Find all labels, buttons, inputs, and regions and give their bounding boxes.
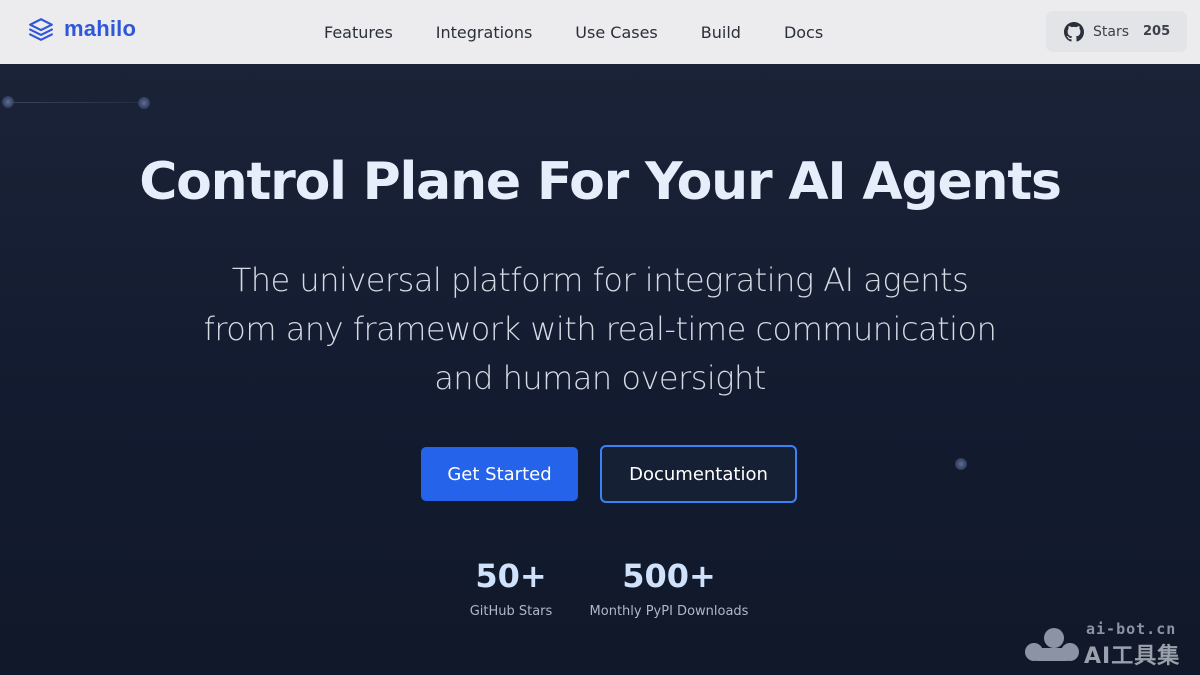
documentation-button[interactable]: Documentation [600,445,797,503]
nav-links: Features Integrations Use Cases Build Do… [324,0,866,64]
top-navbar: mahilo Features Integrations Use Cases B… [0,0,1200,64]
nav-link-docs[interactable]: Docs [784,23,823,42]
stat-value: 50+ [475,557,547,595]
hero-title: Control Plane For Your AI Agents [139,152,1062,212]
decorative-dot [2,96,14,108]
watermark-logo-icon [1025,628,1079,661]
decorative-dot [955,458,967,470]
decorative-line [8,102,144,103]
nav-link-build[interactable]: Build [701,23,741,42]
layers-icon [29,18,53,41]
stars-count: 205 [1143,24,1171,39]
github-icon [1064,21,1084,42]
watermark-name: AI工具集 [1084,644,1181,669]
brand-name: mahilo [64,16,137,41]
stat-label: Monthly PyPI Downloads [589,604,749,619]
watermark: ai-bot.cn AI工具集 [1024,620,1194,669]
stat-label: GitHub Stars [469,604,553,619]
watermark-url: ai-bot.cn [1086,620,1177,638]
brand-logo[interactable]: mahilo [28,16,136,42]
nav-link-features[interactable]: Features [324,23,393,42]
nav-link-use-cases[interactable]: Use Cases [575,23,657,42]
get-started-button[interactable]: Get Started [421,447,578,501]
stat-value: 500+ [622,557,716,595]
stat-pypi-downloads: 500+ Monthly PyPI Downloads [588,558,750,619]
hero-section: Control Plane For Your AI Agents The uni… [0,64,1200,675]
decorative-dot [138,97,150,109]
stars-label: Stars [1093,23,1130,40]
hero-subtitle: The universal platform for integrating A… [203,261,997,397]
nav-link-integrations[interactable]: Integrations [436,23,533,42]
github-stars-button[interactable]: Stars 205 [1046,11,1187,52]
stat-github-stars: 50+ GitHub Stars [452,558,570,619]
